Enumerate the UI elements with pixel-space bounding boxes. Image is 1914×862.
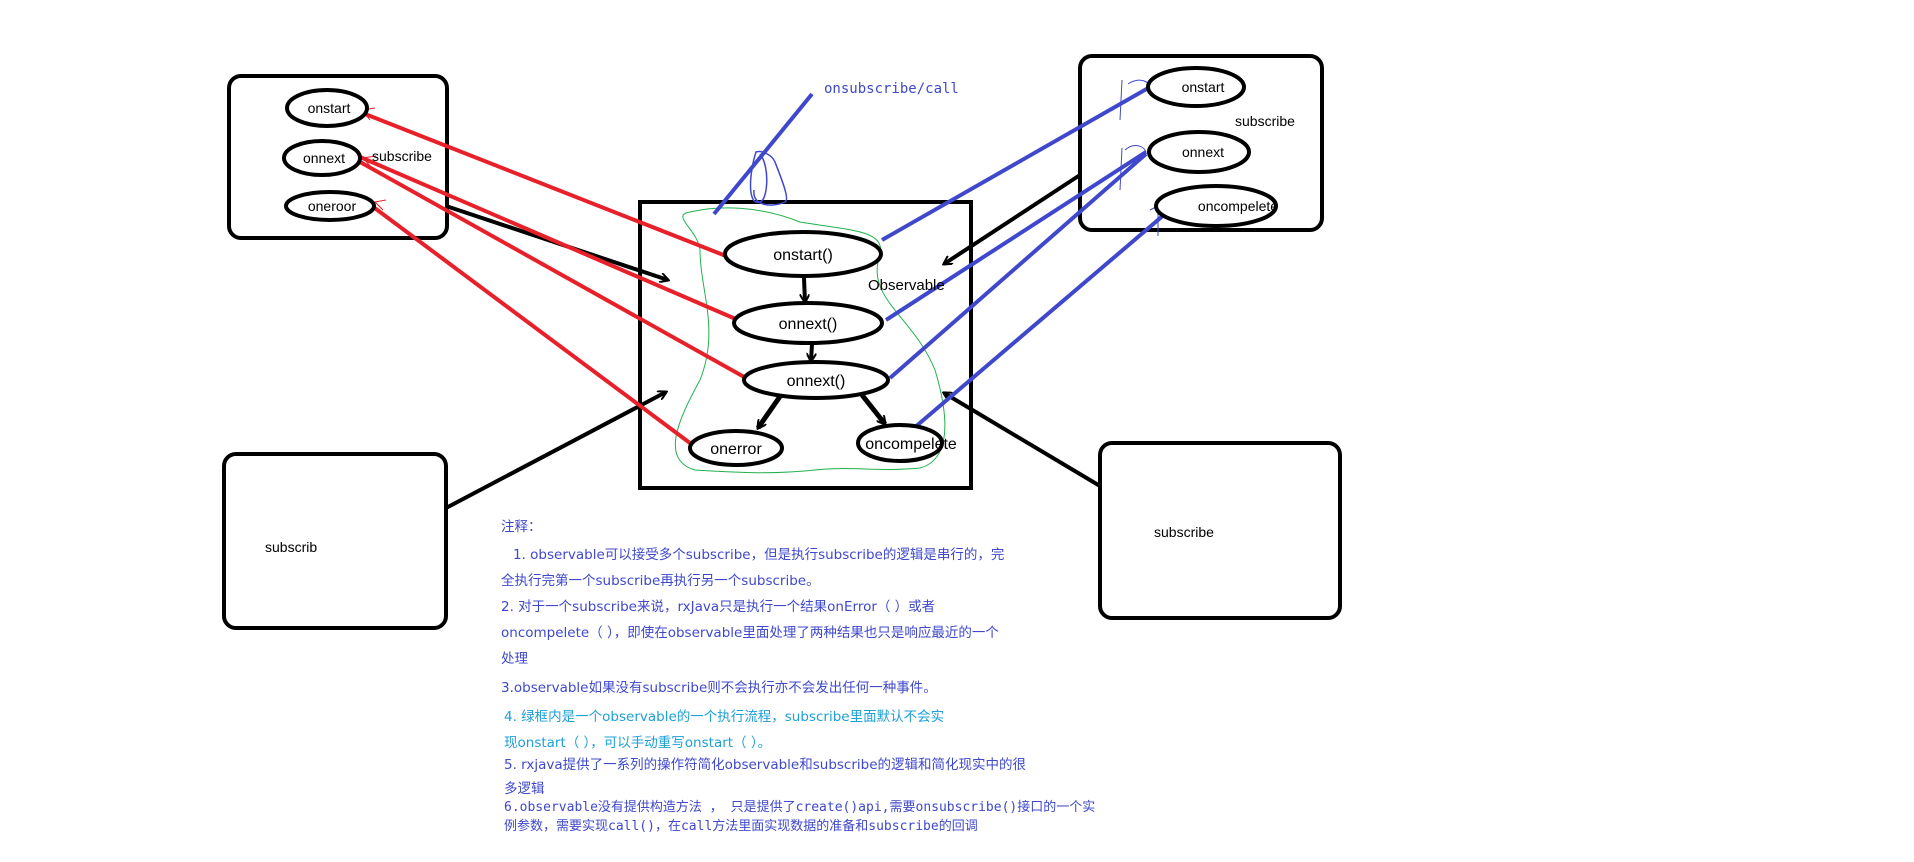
flow-node-oncompelete-label: oncompelete: [865, 436, 957, 453]
subscriber-box-bottom-right: [1098, 441, 1342, 620]
blue-link-oncompelete: [912, 206, 1174, 430]
flow-arrow-next-error: [755, 393, 784, 428]
note-line-7: 4. 绿框内是一个observable的一个执行流程，subscribe里面默认…: [504, 709, 945, 725]
flow-arrow-start-next: [804, 277, 805, 302]
left-node-onnext-label: onnext: [303, 150, 345, 166]
note-line-1: 1. observable可以接受多个subscribe，但是执行subscri…: [513, 547, 1005, 563]
right-node-onnext: onnext: [1147, 130, 1251, 174]
flow-node-onerror-label: onerror: [710, 441, 762, 458]
subscriber-box-bottom-left: [222, 452, 448, 630]
flow-node-onnext-2-label: onnext(): [787, 373, 846, 390]
note-line-11: 6.observable没有提供构造方法 ， 只是提供了create()api,…: [504, 800, 1096, 815]
note-line-2: 全执行完第一个subscribe再执行另一个subscribe。: [501, 573, 820, 589]
flow-node-onstart: onstart(): [723, 230, 883, 278]
left-node-oneroor-label: oneroor: [308, 198, 357, 214]
flow-node-onstart-label: onstart(): [773, 247, 833, 264]
right-node-onnext-label: onnext: [1182, 144, 1224, 160]
flow-arrow-next-next: [811, 343, 812, 361]
right-node-onstart-label: onstart: [1182, 79, 1225, 95]
note-line-10: 多逻辑: [504, 781, 545, 797]
observable-diagram: onstart() onnext() onnext() onerror onco…: [222, 54, 1342, 630]
flow-node-oncompelete: oncompelete: [856, 423, 957, 463]
blue-link-onsubscribe: [712, 92, 814, 216]
bottom-left-subscriber-label: subscrib: [265, 539, 317, 555]
connector-bottom-left: [445, 390, 666, 510]
flow-node-onnext-1: onnext(): [732, 301, 884, 345]
notes-heading: 注释：: [501, 519, 542, 535]
left-node-onnext: onnext: [282, 139, 362, 177]
flow-arrow-next-complete: [860, 393, 887, 424]
flow-node-onnext-1-label: onnext(): [779, 316, 838, 333]
red-link-onerror: [370, 204, 696, 448]
top-label: onsubscribe/call: [824, 81, 959, 97]
left-node-onstart: onstart: [285, 88, 369, 128]
blue-link-onnext-2: [888, 152, 1148, 380]
bottom-right-subscriber-label: subscribe: [1154, 524, 1214, 540]
connector-bottom-right: [944, 391, 1102, 488]
right-node-oncompelete-label: oncompelete: [1198, 198, 1278, 214]
note-line-4: oncompelete（ ），即使在observable里面处理了两种结果也只是…: [501, 625, 999, 641]
note-line-9: 5. rxjava提供了一系列的操作符简化observable和subscrib…: [504, 757, 1027, 773]
red-link-onnext-2: [359, 160, 747, 380]
right-subscriber-label: subscribe: [1235, 113, 1295, 129]
flow-node-onnext-2: onnext(): [742, 360, 890, 400]
observable-label: Observable: [868, 277, 945, 294]
left-node-oneroor: oneroor: [284, 190, 376, 222]
note-line-12: 例参数，需要实现call()，在call方法里面实现数据的准备和subscrib…: [504, 819, 978, 834]
note-line-3: 2. 对于一个subscribe来说，rxJava只是执行一个结果onError…: [501, 599, 936, 615]
left-node-onstart-label: onstart: [308, 100, 351, 116]
blue-link-onnext-1: [884, 150, 1148, 322]
right-node-oncompelete: oncompelete: [1154, 184, 1278, 228]
flow-node-onerror: onerror: [688, 429, 784, 467]
left-subscriber-label: subscribe: [372, 148, 432, 164]
note-line-5: 处理: [501, 651, 528, 667]
right-node-onstart: onstart: [1146, 66, 1246, 108]
note-line-6: 3.observable如果没有subscribe则不会执行亦不会发出任何一种事…: [501, 680, 937, 696]
connector-top-right: [944, 173, 1082, 264]
note-line-8: 现onstart（ ），可以手动重写onstart（ ）。: [504, 735, 772, 751]
